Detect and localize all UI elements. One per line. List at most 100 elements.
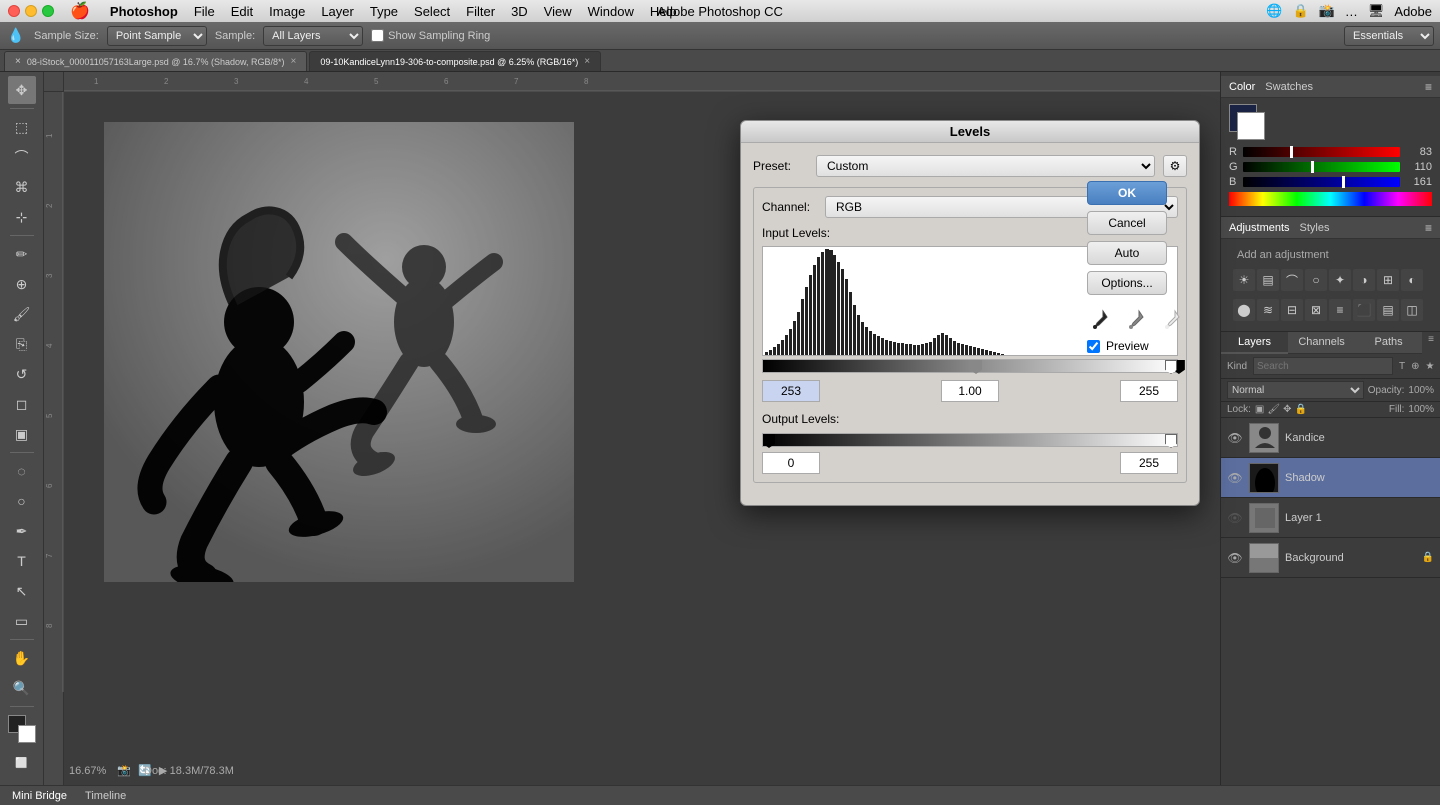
input-black-field[interactable] xyxy=(762,380,820,402)
eraser-tool[interactable]: ◻ xyxy=(8,390,36,418)
lasso-tool[interactable]: ⌒ xyxy=(8,143,36,171)
preview-checkbox[interactable] xyxy=(1087,340,1100,353)
filter-smart-icon[interactable]: ★ xyxy=(1426,361,1435,372)
marquee-tool[interactable]: ⬚ xyxy=(8,113,36,141)
layer-item-kandice[interactable]: 👁 Kandice xyxy=(1221,418,1440,458)
tab-color[interactable]: Color xyxy=(1229,81,1255,93)
lock-image-icon[interactable]: 🖌 xyxy=(1267,404,1280,415)
minimize-button[interactable] xyxy=(25,5,37,17)
color-panel-header[interactable]: Color Swatches ≡ xyxy=(1221,76,1440,98)
document-tab-1[interactable]: × 08-iStock_000011057163Large.psd @ 16.7… xyxy=(4,51,307,71)
layer-item-layer1[interactable]: 👁 Layer 1 xyxy=(1221,498,1440,538)
auto-button[interactable]: Auto xyxy=(1087,241,1167,265)
curves-icon[interactable]: ⌒ xyxy=(1281,269,1303,291)
adjustments-panel-menu[interactable]: ≡ xyxy=(1425,221,1432,235)
input-white-field[interactable] xyxy=(1120,380,1178,402)
apple-menu[interactable]: 🍎 xyxy=(70,1,90,21)
preset-dropdown[interactable]: Custom Default Darker Increase Contrast … xyxy=(816,155,1155,177)
threshold-icon[interactable]: ⬛ xyxy=(1353,299,1375,321)
levels-title-bar[interactable]: Levels xyxy=(741,121,1199,143)
move-tool[interactable]: ✥ xyxy=(8,76,36,104)
blur-tool[interactable]: ◌ xyxy=(8,457,36,485)
layers-panel-menu[interactable]: ≡ xyxy=(1422,332,1440,354)
eyedropper-tool[interactable]: ✏ xyxy=(8,240,36,268)
layer-visibility-layer1[interactable]: 👁 xyxy=(1227,511,1243,525)
midtone-handle[interactable] xyxy=(970,360,982,374)
vibrance-icon[interactable]: ✦ xyxy=(1329,269,1351,291)
essentials-dropdown[interactable]: Essentials xyxy=(1344,26,1434,46)
blue-slider[interactable] xyxy=(1243,177,1400,187)
zoom-tool[interactable]: 🔍 xyxy=(8,674,36,702)
layer-visibility-background[interactable]: 👁 xyxy=(1227,551,1243,565)
menu-view[interactable]: View xyxy=(544,4,572,19)
type-tool[interactable]: T xyxy=(8,547,36,575)
white-point-handle[interactable] xyxy=(1165,360,1177,374)
layer-visibility-shadow[interactable]: 👁 xyxy=(1227,471,1243,485)
lock-transparent-icon[interactable]: ▣ xyxy=(1255,404,1264,415)
menu-type[interactable]: Type xyxy=(370,4,398,19)
output-black-handle[interactable] xyxy=(763,434,775,448)
eyedropper-tool-icon[interactable]: 💧 xyxy=(6,26,26,46)
tab-paths[interactable]: Paths xyxy=(1355,332,1422,354)
quick-mask-btn[interactable]: ⬜ xyxy=(8,749,36,777)
tab-adjustments[interactable]: Adjustments xyxy=(1229,222,1290,234)
show-sampling-ring-label[interactable]: Show Sampling Ring xyxy=(371,29,490,42)
levels-adj-icon[interactable]: ▤ xyxy=(1257,269,1279,291)
menu-file[interactable]: File xyxy=(194,4,215,19)
menu-filter[interactable]: Filter xyxy=(466,4,495,19)
menu-window[interactable]: Window xyxy=(588,4,634,19)
invert-icon[interactable]: ⊠ xyxy=(1305,299,1327,321)
lock-position-icon[interactable]: ✥ xyxy=(1283,404,1291,415)
close-button[interactable] xyxy=(8,5,20,17)
menu-edit[interactable]: Edit xyxy=(231,4,253,19)
selective-color-icon[interactable]: ◫ xyxy=(1401,299,1423,321)
timeline-tab[interactable]: Timeline xyxy=(81,790,130,802)
menu-photoshop[interactable]: Photoshop xyxy=(110,4,178,19)
output-white-field[interactable] xyxy=(1120,452,1178,474)
output-levels-slider[interactable] xyxy=(762,433,1178,447)
menu-select[interactable]: Select xyxy=(414,4,450,19)
layers-search-input[interactable] xyxy=(1253,357,1393,375)
layer-item-shadow[interactable]: 👁 Shadow xyxy=(1221,458,1440,498)
filter-type-icon[interactable]: T xyxy=(1399,361,1405,372)
quick-select-tool[interactable]: ⌘ xyxy=(8,173,36,201)
layer-item-background[interactable]: 👁 Background 🔒 xyxy=(1221,538,1440,578)
output-black-field[interactable] xyxy=(762,452,820,474)
tab1-close[interactable]: × xyxy=(290,56,296,67)
ok-button[interactable]: OK xyxy=(1087,181,1167,205)
tab-channels[interactable]: Channels xyxy=(1288,332,1355,354)
dodge-tool[interactable]: ○ xyxy=(8,487,36,515)
color-lookup-icon[interactable]: ⊟ xyxy=(1281,299,1303,321)
history-brush-tool[interactable]: ↺ xyxy=(8,360,36,388)
crop-tool[interactable]: ⊹ xyxy=(8,203,36,231)
hue-saturation-icon[interactable]: ◑ xyxy=(1353,269,1375,291)
lock-all-icon[interactable]: 🔒 xyxy=(1294,404,1306,415)
document-tab-2[interactable]: 09-10KandiceLynn19-306-to-composite.psd … xyxy=(309,51,601,71)
green-slider[interactable] xyxy=(1243,162,1400,172)
gradient-map-icon[interactable]: ▤ xyxy=(1377,299,1399,321)
color-balance-icon[interactable]: ⊞ xyxy=(1377,269,1399,291)
highlight-eyedropper[interactable] xyxy=(1159,305,1187,333)
tab2-close[interactable]: × xyxy=(584,56,590,67)
filter-adj-icon[interactable]: ⊕ xyxy=(1411,361,1419,372)
mini-bridge-tab[interactable]: Mini Bridge xyxy=(8,790,71,802)
red-slider[interactable] xyxy=(1243,147,1400,157)
tab-layers[interactable]: Layers xyxy=(1221,332,1288,354)
color-panel-menu[interactable]: ≡ xyxy=(1425,80,1432,94)
tab-styles[interactable]: Styles xyxy=(1300,222,1330,234)
show-sampling-ring-checkbox[interactable] xyxy=(371,29,384,42)
adjustments-panel-header[interactable]: Adjustments Styles ≡ xyxy=(1221,217,1440,239)
tab-swatches[interactable]: Swatches xyxy=(1265,81,1313,93)
healing-tool[interactable]: ⊕ xyxy=(8,270,36,298)
shadow-eyedropper[interactable] xyxy=(1087,305,1115,333)
cancel-button[interactable]: Cancel xyxy=(1087,211,1167,235)
exposure-icon[interactable]: ○ xyxy=(1305,269,1327,291)
midtone-eyedropper[interactable] xyxy=(1123,305,1151,333)
color-spectrum-bar[interactable] xyxy=(1229,192,1432,206)
photo-filter-icon[interactable]: ⬤ xyxy=(1233,299,1255,321)
brightness-contrast-icon[interactable]: ☀ xyxy=(1233,269,1255,291)
hand-tool[interactable]: ✋ xyxy=(8,644,36,672)
pen-tool[interactable]: ✒ xyxy=(8,517,36,545)
black-white-icon[interactable]: ◐ xyxy=(1401,269,1423,291)
input-midtones-field[interactable] xyxy=(941,380,999,402)
